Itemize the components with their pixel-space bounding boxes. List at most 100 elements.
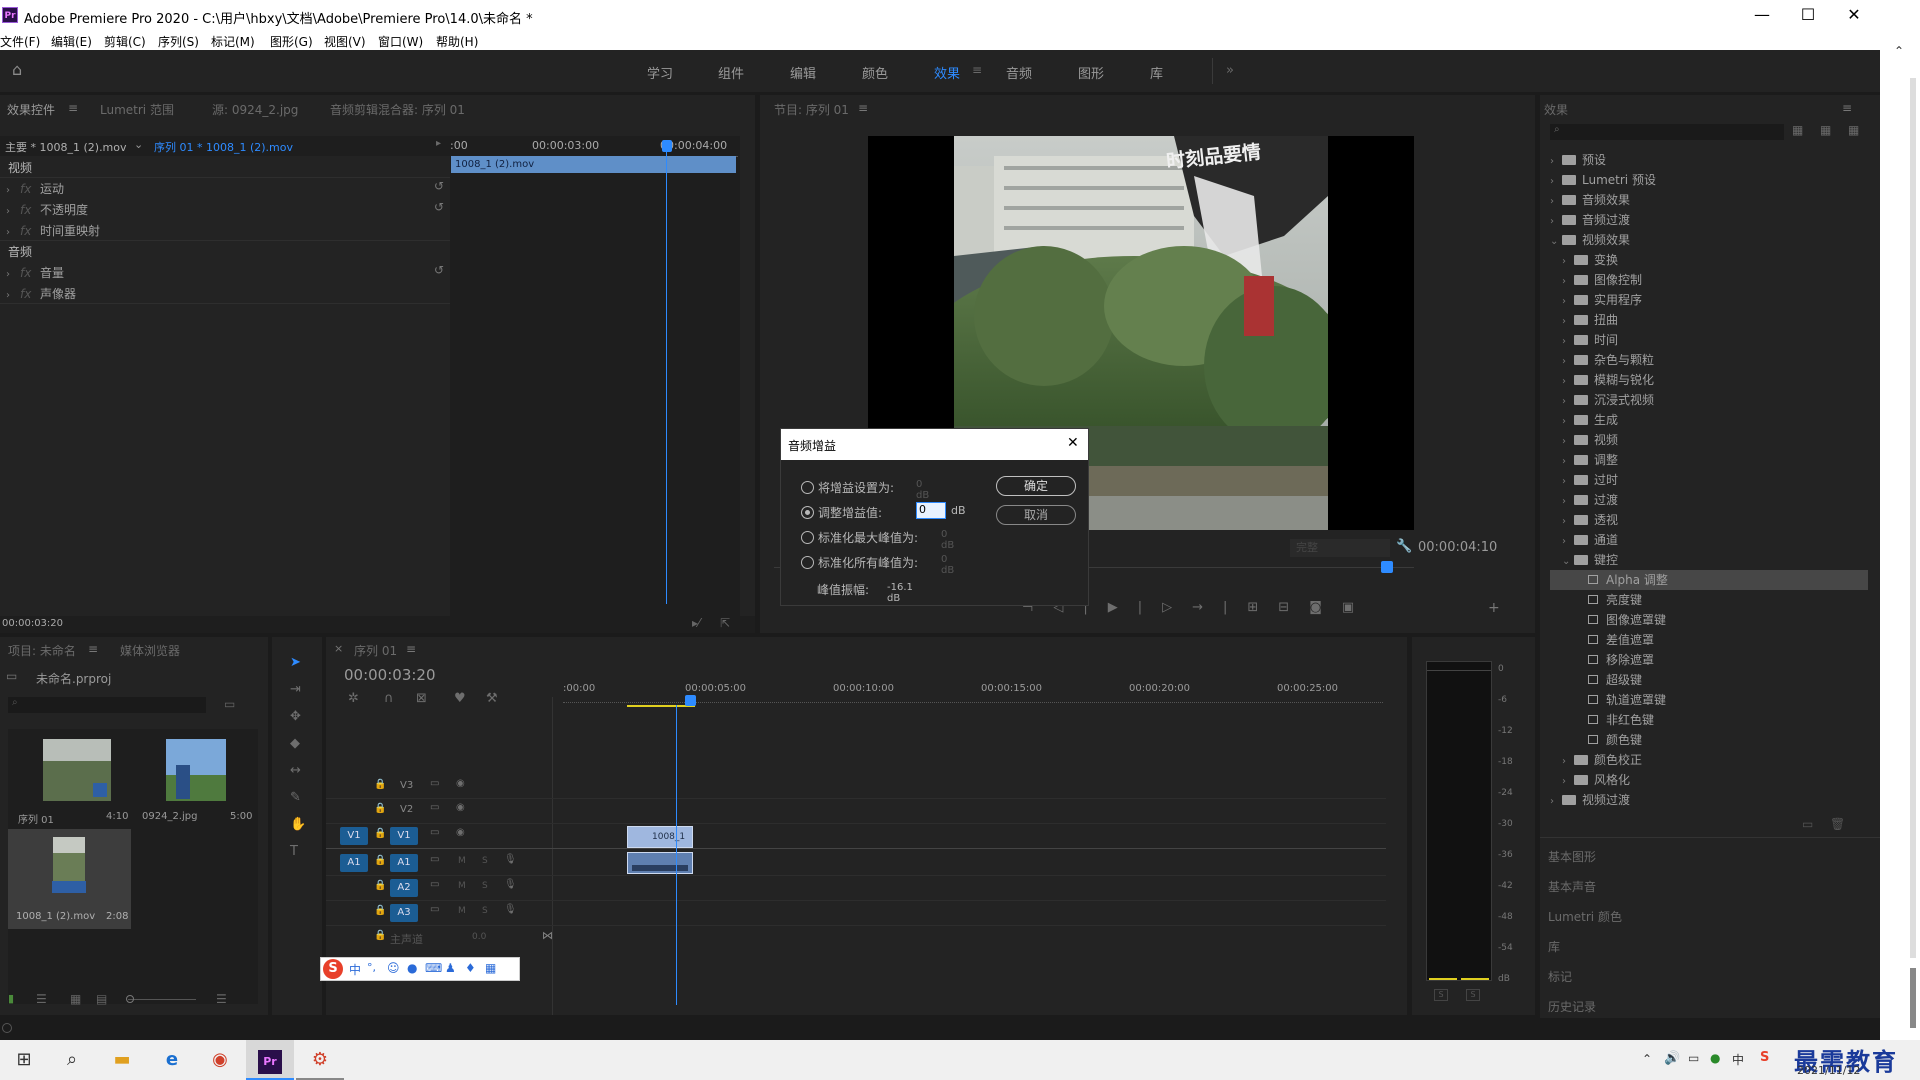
sogou-tray-icon[interactable]: S: [1760, 1050, 1769, 1065]
track-label[interactable]: V2: [400, 804, 413, 815]
panel-menu-icon[interactable]: ≡: [406, 642, 416, 656]
radio-button[interactable]: [801, 481, 814, 494]
thumb-sequence[interactable]: [43, 739, 111, 801]
radio-button[interactable]: [801, 556, 814, 569]
tree-item[interactable]: › 模糊与锐化: [1562, 370, 1654, 390]
sync-lock-icon[interactable]: ▭: [430, 879, 439, 890]
tree-item[interactable]: › 扭曲: [1562, 310, 1618, 330]
timeline-timecode[interactable]: 00:00:03:20: [344, 666, 436, 684]
solo-button[interactable]: S: [482, 881, 488, 891]
tree-item[interactable]: ⌄ 视频效果: [1550, 230, 1630, 250]
section-essential-sound[interactable]: 基本声音: [1548, 878, 1596, 895]
project-search-input[interactable]: ⌕: [8, 697, 206, 713]
option-adjust-gain[interactable]: 调整增益值: 0 dB: [801, 502, 966, 521]
effect-alpha-adjust[interactable]: Alpha 调整: [1550, 570, 1868, 590]
add-marker-icon[interactable]: ♥: [454, 691, 466, 706]
quality-select[interactable]: 完整: [1290, 539, 1390, 557]
extract-icon[interactable]: ⊟: [1278, 600, 1309, 615]
tray-date[interactable]: 2021/11/12: [1797, 1064, 1860, 1077]
menu-sequence[interactable]: 序列(S): [158, 33, 199, 50]
tab-program-monitor[interactable]: 节目: 序列 01: [774, 101, 849, 118]
skin-icon[interactable]: ♦: [465, 961, 476, 975]
ime-mode[interactable]: 中: [349, 961, 361, 978]
cancel-button[interactable]: 取消: [996, 505, 1076, 525]
workspace-color[interactable]: 颜色: [862, 63, 888, 82]
eye-icon[interactable]: ◉: [456, 778, 465, 789]
track-target-v1[interactable]: V1: [390, 827, 418, 845]
tree-item[interactable]: › 过渡: [1562, 490, 1618, 510]
solo-right-button[interactable]: S: [1466, 989, 1480, 1001]
tree-item[interactable]: › Lumetri 预设: [1550, 170, 1656, 190]
tab-effect-controls[interactable]: 效果控件: [7, 101, 55, 118]
lock-icon[interactable]: 🔒: [374, 880, 386, 891]
sync-lock-icon[interactable]: ▭: [430, 802, 439, 813]
tree-item[interactable]: › 颜色校正: [1562, 750, 1642, 770]
sync-lock-icon[interactable]: ▭: [430, 854, 439, 865]
effect-item[interactable]: 亮度键: [1588, 590, 1642, 610]
workspace-learn[interactable]: 学习: [647, 63, 673, 82]
track-a1[interactable]: A1 🔒 A1 ▭ M S 🎙: [326, 851, 1386, 876]
track-target-a1[interactable]: A1: [390, 854, 418, 872]
yuv-effects-icon[interactable]: ▦: [1848, 123, 1859, 137]
tree-item[interactable]: › 视频过渡: [1550, 790, 1630, 810]
tab-media-browser[interactable]: 媒体浏览器: [120, 642, 180, 659]
search-icon[interactable]: ⌕: [48, 1040, 96, 1080]
tab-project[interactable]: 项目: 未命名: [8, 642, 76, 659]
menu-file[interactable]: 文件(F): [0, 33, 40, 50]
track-a3[interactable]: 🔒 A3 ▭ M S 🎙: [326, 901, 1386, 926]
track-v2[interactable]: 🔒 V2 ▭ ◉: [326, 799, 1386, 824]
tree-item[interactable]: › 视频: [1562, 430, 1618, 450]
chevron-down-icon[interactable]: ⌄: [134, 138, 143, 151]
radio-button[interactable]: [801, 531, 814, 544]
tray-chevron-icon[interactable]: ⌃: [1642, 1052, 1652, 1066]
add-button-icon[interactable]: +: [1488, 600, 1500, 616]
network-icon[interactable]: ▭: [1688, 1051, 1699, 1065]
effect-item[interactable]: 差值遮罩: [1588, 630, 1654, 650]
sync-lock-icon[interactable]: ▭: [430, 904, 439, 915]
source-patch-a1[interactable]: A1: [340, 854, 368, 872]
file-explorer-icon[interactable]: ▬: [98, 1040, 146, 1080]
tab-effects[interactable]: 效果: [1544, 101, 1568, 118]
lock-icon[interactable]: ▮: [8, 992, 14, 1005]
microphone-icon[interactable]: 🎙: [504, 879, 517, 890]
home-icon[interactable]: ⌂: [12, 62, 30, 78]
menu-view[interactable]: 视图(V): [324, 33, 366, 50]
tree-item[interactable]: › 变换: [1562, 250, 1618, 270]
tree-item[interactable]: › 生成: [1562, 410, 1618, 430]
tree-item[interactable]: › 杂色与颗粒: [1562, 350, 1654, 370]
effect-item[interactable]: 非红色键: [1588, 710, 1654, 730]
compare-icon[interactable]: ▣: [1342, 600, 1374, 615]
track-master[interactable]: 🔒 主声道 0.0 ⋈: [326, 926, 1386, 948]
menu-graphics[interactable]: 图形(G): [270, 33, 313, 50]
tree-item[interactable]: › 实用程序: [1562, 290, 1642, 310]
reset-icon[interactable]: ↺: [434, 179, 444, 193]
effect-item[interactable]: 颜色键: [1588, 730, 1642, 750]
collapse-icon[interactable]: ⋈: [542, 929, 553, 942]
timecode[interactable]: 00:00:03:20: [2, 618, 63, 629]
mute-button[interactable]: M: [458, 881, 466, 891]
program-timecode[interactable]: 00:00:04:10: [1418, 540, 1497, 555]
section-history[interactable]: 历史记录: [1548, 998, 1596, 1015]
audio-clip[interactable]: [627, 852, 693, 874]
monitor-playhead[interactable]: [1381, 561, 1393, 573]
workspace-overflow[interactable]: »: [1226, 63, 1234, 78]
microphone-icon[interactable]: 🎙: [504, 854, 517, 865]
sync-lock-icon[interactable]: ▭: [430, 827, 439, 838]
selected-item[interactable]: 1008_1 (2).mov 2:08: [8, 829, 131, 929]
menu-clip[interactable]: 剪辑(C): [104, 33, 146, 50]
scrollbar-track[interactable]: [1910, 78, 1916, 958]
lift-icon[interactable]: ⊞: [1247, 600, 1278, 615]
playhead-handle[interactable]: [662, 140, 672, 152]
panel-menu-icon[interactable]: ≡: [88, 642, 98, 656]
effect-item[interactable]: 图像遮罩键: [1588, 610, 1666, 630]
panel-menu-icon[interactable]: ≡: [858, 101, 868, 115]
type-tool-icon[interactable]: T: [290, 844, 298, 859]
accelerated-effects-icon[interactable]: ▦: [1792, 123, 1803, 137]
menu-help[interactable]: 帮助(H): [436, 33, 478, 50]
tab-lumetri-scopes[interactable]: Lumetri 范围: [100, 101, 174, 118]
eye-icon[interactable]: ◉: [456, 827, 465, 838]
effect-item[interactable]: 轨道遮罩键: [1588, 690, 1666, 710]
effect-motion[interactable]: › fx 运动: [6, 179, 64, 199]
tree-item[interactable]: › 风格化: [1562, 770, 1630, 790]
playhead-handle[interactable]: [685, 695, 696, 706]
